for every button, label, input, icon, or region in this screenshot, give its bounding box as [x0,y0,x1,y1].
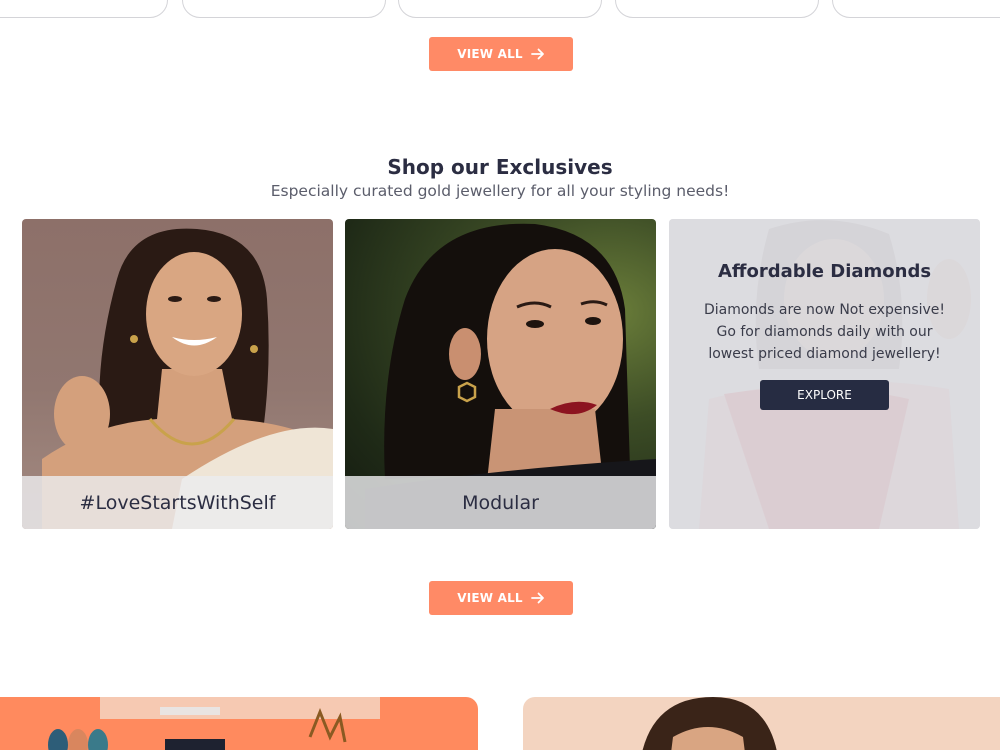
affordable-diamonds-panel: Affordable Diamonds Diamonds are now Not… [669,219,980,529]
exclusive-tile-love-starts-with-self[interactable]: #LoveStartsWithSelf [22,219,333,529]
arrow-right-icon [530,592,544,604]
tile-caption: #LoveStartsWithSelf [22,476,333,529]
tile-caption-text: Modular [462,491,539,514]
explore-button[interactable]: EXPLORE [760,380,889,410]
arrow-right-icon [530,48,544,60]
diamonds-line-3: lowest priced diamond jewellery! [708,346,941,362]
category-card[interactable] [832,0,1000,18]
category-card[interactable] [398,0,602,18]
view-all-label: VIEW ALL [457,47,523,61]
diamonds-line-1: Diamonds are now Not expensive! [703,302,946,318]
store-banner[interactable] [0,697,478,750]
diamonds-line-2: Go for diamonds daily with our [716,324,933,340]
exclusive-tile-affordable-diamonds[interactable]: Affordable Diamonds Diamonds are now Not… [669,219,980,529]
section-title: Shop our Exclusives [387,155,613,179]
category-card[interactable] [182,0,386,18]
section-subtitle: Especially curated gold jewellery for al… [270,182,730,200]
diamonds-description: Diamonds are now Not expensive! Go for d… [689,299,960,365]
view-all-button-top[interactable]: VIEW ALL [429,37,573,71]
exclusive-tile-modular[interactable]: Modular [345,219,656,529]
diamonds-title: Affordable Diamonds [717,261,932,282]
tile-caption: Modular [345,476,656,529]
view-all-button-bottom[interactable]: VIEW ALL [429,581,573,615]
category-card[interactable] [0,0,168,18]
store-interior-image [48,697,380,750]
category-card[interactable] [615,0,819,18]
tile-caption-text: #LoveStartsWithSelf [79,491,276,514]
view-all-label: VIEW ALL [457,591,523,605]
category-card-row [0,0,1000,18]
model-banner[interactable] [523,697,1000,750]
model-image [642,697,777,750]
